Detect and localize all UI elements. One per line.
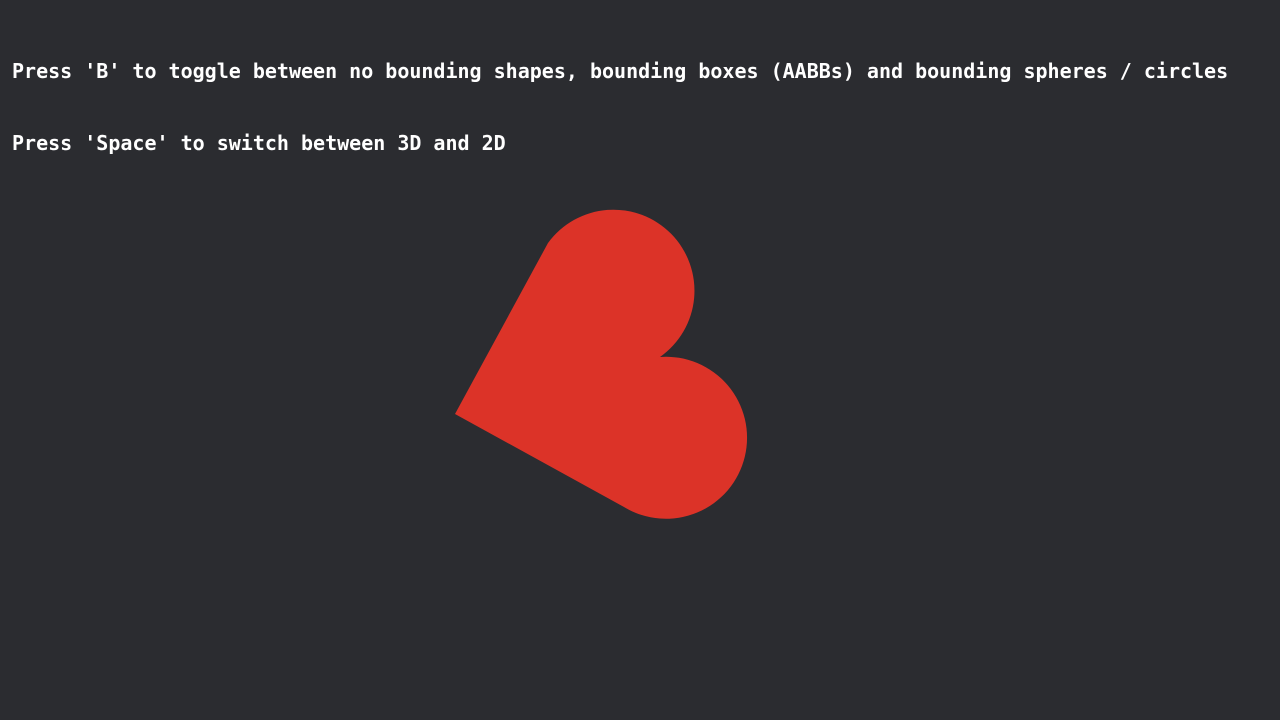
game-scene [455, 209, 748, 519]
game-viewport[interactable]: Press 'B' to toggle between no bounding … [0, 0, 1280, 720]
heart-shape [455, 209, 748, 519]
